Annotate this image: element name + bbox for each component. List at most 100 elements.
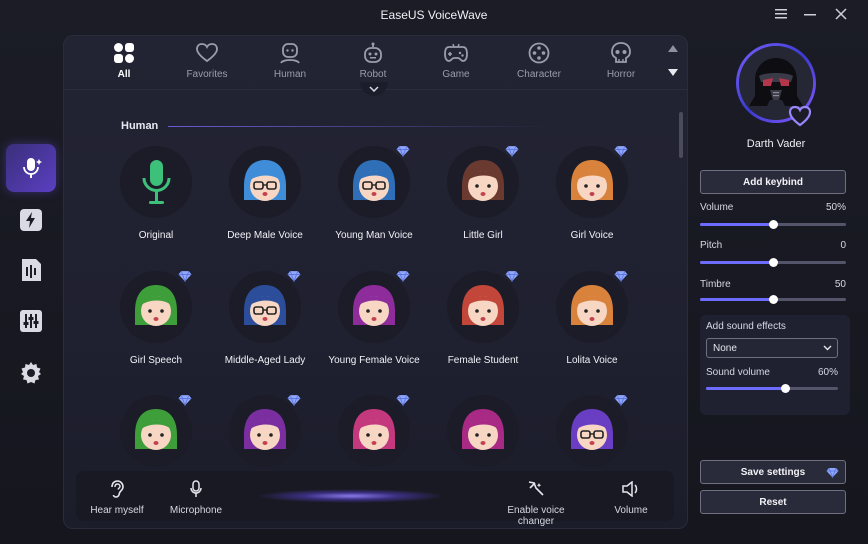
volume-button[interactable]: Volume — [606, 479, 656, 516]
voice-library-panel: All Favorites Human Robot Game Character — [63, 35, 688, 529]
lightning-icon — [20, 209, 42, 231]
voice-name: Lolita Voice — [566, 355, 618, 366]
tab-label: Character — [517, 69, 561, 80]
microphone-avatar — [120, 146, 192, 218]
gamepad-icon — [444, 43, 468, 62]
sidebar-settings[interactable] — [6, 349, 56, 397]
app-title: EaseUS VoiceWave — [380, 8, 488, 22]
tab-game[interactable]: Game — [421, 40, 491, 86]
slider-fill — [700, 261, 773, 264]
microphone-button[interactable]: Microphone — [168, 479, 224, 516]
timbre-slider[interactable] — [700, 295, 846, 304]
sidebar-soundboard[interactable] — [6, 196, 56, 244]
slider-knob[interactable] — [769, 295, 778, 304]
tab-human[interactable]: Human — [255, 40, 325, 86]
section-divider — [168, 126, 548, 127]
minimize-icon — [804, 14, 816, 16]
pitch-slider[interactable] — [700, 258, 846, 267]
tabs-scroll-down-icon[interactable] — [668, 69, 678, 76]
save-settings-button[interactable]: Save settings — [700, 460, 846, 484]
audio-file-icon — [22, 259, 41, 281]
pitch-slider-label: Pitch — [700, 240, 723, 251]
slider-knob[interactable] — [769, 258, 778, 267]
premium-diamond-icon — [396, 393, 410, 411]
voice-card[interactable]: Deep Male Voice — [211, 144, 319, 256]
tab-horror[interactable]: Horror — [586, 40, 656, 86]
favorite-heart-button[interactable] — [788, 105, 812, 132]
chevron-down-icon — [823, 345, 832, 351]
save-settings-label: Save settings — [740, 466, 806, 478]
tab-label: Horror — [606, 69, 636, 80]
slider-fill — [700, 298, 773, 301]
slider-knob[interactable] — [769, 220, 778, 229]
skull-icon — [611, 42, 631, 63]
tab-label: Robot — [359, 69, 387, 80]
gear-icon — [21, 362, 41, 384]
voice-card[interactable]: Girl Voice — [538, 144, 646, 256]
hear-myself-button[interactable]: Hear myself — [90, 479, 144, 516]
enable-voice-changer-button[interactable]: Enable voice changer — [488, 479, 584, 527]
speaker-icon — [622, 481, 638, 497]
title-bar: EaseUS VoiceWave — [0, 0, 868, 30]
tab-favorites[interactable]: Favorites — [172, 40, 242, 86]
premium-diamond-icon — [505, 269, 519, 287]
voice-card[interactable]: Original — [102, 144, 210, 256]
section-title: Human — [121, 120, 159, 132]
diamond-icon — [826, 467, 839, 478]
sidebar-mixer[interactable] — [6, 297, 56, 345]
voice-card[interactable]: Young Man Voice — [320, 144, 428, 256]
sound-effects-label-row: Add sound effects — [706, 321, 838, 332]
close-icon — [835, 8, 847, 20]
premium-diamond-icon — [178, 393, 192, 411]
voice-card[interactable]: Girl Speech — [102, 269, 210, 381]
premium-diamond-icon — [614, 144, 628, 162]
timbre-slider-value: 50 — [834, 279, 846, 290]
voice-card[interactable]: Female Student — [429, 269, 537, 381]
volume-slider[interactable] — [700, 220, 846, 229]
tab-label: All — [117, 69, 131, 80]
microphone-label: Microphone — [169, 505, 223, 516]
premium-diamond-icon — [396, 144, 410, 162]
heart-icon — [788, 105, 812, 127]
voice-card[interactable]: Lolita Voice — [538, 269, 646, 381]
voice-card[interactable]: Little Girl — [429, 144, 537, 256]
expand-tabs-button[interactable] — [360, 82, 388, 96]
equalizer-icon — [20, 310, 42, 332]
pitch-slider-value: 0 — [840, 240, 846, 251]
microphone-icon — [190, 480, 202, 497]
voice-settings-panel: Darth Vader Add keybind Volume 50% Pitch… — [696, 35, 856, 529]
magic-wand-icon — [528, 481, 544, 496]
deep-male-avatar — [229, 146, 301, 218]
tabs-scroll-up-icon[interactable] — [668, 45, 678, 52]
tab-robot[interactable]: Robot — [338, 40, 408, 86]
add-keybind-button[interactable]: Add keybind — [700, 170, 846, 194]
minimize-button[interactable] — [799, 4, 821, 24]
voice-card[interactable]: Middle-Aged Lady — [211, 269, 319, 381]
sound-volume-slider[interactable] — [706, 384, 838, 393]
scrollbar[interactable] — [679, 112, 683, 158]
sound-volume-value: 60% — [817, 367, 838, 378]
sidebar-audio-files[interactable] — [6, 246, 56, 294]
heart-icon — [196, 43, 218, 63]
robot-icon — [364, 42, 382, 63]
sound-effects-selected: None — [713, 343, 737, 354]
pitch-row: Pitch 0 — [700, 240, 846, 251]
tab-character[interactable]: Character — [504, 40, 574, 86]
sidebar-voice-changer[interactable] — [6, 144, 56, 192]
timbre-slider-label: Timbre — [700, 279, 731, 290]
sound-effects-select[interactable]: None — [706, 338, 838, 358]
volume-label: Volume — [614, 505, 648, 516]
chevron-down-icon — [369, 86, 379, 92]
slider-fill — [706, 387, 786, 390]
close-button[interactable] — [830, 4, 852, 24]
enable-voice-changer-label: Enable voice changer — [507, 505, 565, 527]
voice-card[interactable]: Young Female Voice — [320, 269, 428, 381]
premium-diamond-icon — [396, 269, 410, 287]
menu-button[interactable] — [770, 4, 792, 24]
reset-button[interactable]: Reset — [700, 490, 846, 514]
tab-label: Human — [273, 69, 307, 80]
voice-name: Girl Voice — [570, 230, 614, 241]
tab-label: Favorites — [186, 69, 228, 80]
tab-label: Game — [442, 69, 470, 80]
tab-all[interactable]: All — [89, 40, 159, 86]
